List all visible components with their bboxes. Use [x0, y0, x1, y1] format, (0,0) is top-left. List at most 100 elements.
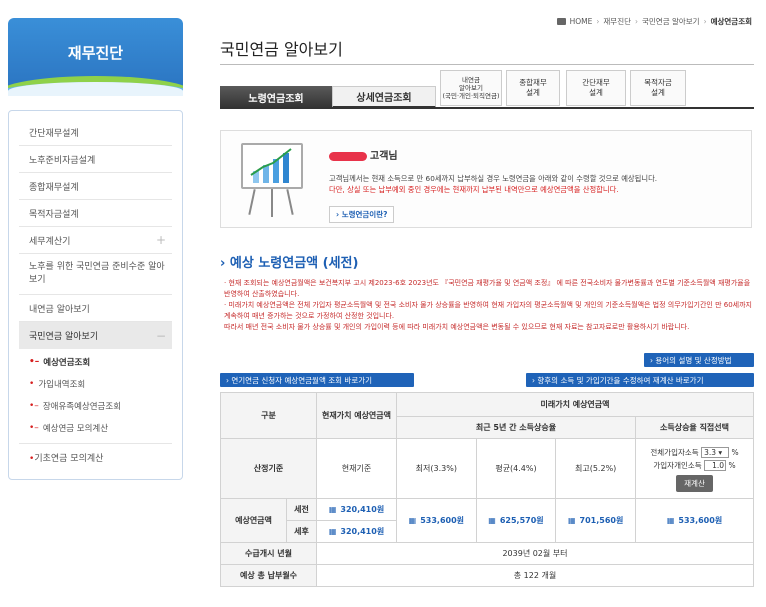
sidebar-item-tax-calculator[interactable]: 세무계산기 + [19, 227, 172, 254]
bullet-icon: •– [29, 423, 39, 433]
table-cell: ▦ 701,560원 [555, 498, 636, 543]
pension-table: 구분 현재가치 예상연금액 미래가치 예상연금액 최근 5년 간 소득상승율 소… [220, 392, 754, 587]
calculator-icon: ▦ [408, 516, 417, 525]
table-row: 예상연금액 세전 ▦ 320,410원 ▦ 533,600원 ▦ 625,570원 ▦… [220, 498, 754, 543]
sidebar-subitem-label: 가입내역조회 [38, 380, 86, 390]
sidebar-item-label: 종합재무설계 [29, 182, 79, 193]
subtab-label: 간단재무 [582, 78, 610, 87]
breadcrumb: HOME › 재무진단 › 국민연금 알아보기 › 예상연금조회 [556, 16, 752, 27]
subtab-label: 내연금 [462, 76, 480, 84]
sidebar-item-pension-readiness[interactable]: 노후를 위한 국민연금 준비수준 알아보기 [19, 254, 172, 295]
tab-old-age-pension[interactable]: 노령연금조회 [220, 86, 332, 108]
breadcrumb-home[interactable]: HOME [570, 17, 593, 26]
info-box: 고객님 고객님께서는 현재 소득으로 만 60세까지 납부하실 경우 노령연금을… [220, 130, 752, 228]
sidebar-subitem-simulation[interactable]: •– 예상연금 모의계산 [29, 417, 172, 439]
note-line: · 현재 조회되는 예상연금월액은 보건복지부 고시 제2023-6호 2023… [224, 279, 751, 298]
sidebar-subitem-label: 예상연금조회 [43, 358, 91, 368]
notes: · 현재 조회되는 예상연금월액은 보건복지부 고시 제2023-6호 2023… [224, 278, 754, 333]
table-cell: ▦ 320,410원 [316, 520, 397, 543]
table-cell: ▦ 533,600원 [635, 498, 754, 543]
sidebar-item-comprehensive-plan[interactable]: 종합재무설계 [19, 173, 172, 200]
percent-unit: % [731, 447, 739, 457]
sidebar-item-label: 국민연금 알아보기 [29, 332, 99, 342]
sidebar-subitem-disability-survivor[interactable]: •– 장애유족예상연금조회 [29, 395, 172, 417]
subtab-label: (국민·개인·퇴직연금) [442, 92, 500, 100]
breadcrumb-item[interactable]: 국민연금 알아보기 [642, 16, 700, 27]
home-icon[interactable] [556, 18, 566, 25]
table-cell: ▦ 533,600원 [396, 498, 477, 543]
subtab-my-pension[interactable]: 내연금 알아보기 (국민·개인·퇴직연금) [440, 70, 502, 106]
sidebar-subitem-label: 장애유족예상연금조회 [42, 402, 122, 412]
section-title: › 예상 노령연금액 (세전) [220, 256, 359, 271]
amount-value: 320,410원 [340, 505, 385, 514]
sidebar-item-basic-pension[interactable]: •기초연금 모의계산 [19, 443, 172, 470]
table-header: 구분 [220, 392, 317, 439]
calculator-icon: ▦ [488, 516, 496, 525]
bullet-icon: • [29, 379, 35, 389]
bullet-icon: •– [29, 357, 40, 367]
table-cell: 예상연금액 [220, 498, 287, 543]
rate-all-select[interactable]: 3.3 ▾ [701, 446, 730, 458]
sidebar-subitem-expected-pension[interactable]: •– 예상연금조회 [29, 351, 172, 373]
expand-icon[interactable]: + [156, 233, 172, 247]
breadcrumb-item[interactable]: 재무진단 [603, 16, 631, 27]
sidebar-item-purpose-fund[interactable]: 목적자금설계 [19, 200, 172, 227]
table-cell: 총 122 개월 [316, 564, 754, 587]
page-title: 국민연금 알아보기 [220, 40, 343, 59]
bullet-icon: •– [29, 401, 39, 411]
note-line: 따라서 매년 전국 소비자 물가 상승률 및 개인의 가입이력 등에 따라 미래… [224, 323, 690, 331]
table-header: 현재가치 예상연금액 [316, 392, 397, 439]
rate-self-input[interactable]: 1.0 [704, 459, 727, 471]
redacted-name [329, 151, 367, 161]
amount-value: 533,600원 [678, 516, 723, 525]
chevron-right-icon: › [596, 17, 600, 26]
tab-detailed-pension[interactable]: 상세연금조회 [332, 86, 436, 108]
recalculate-button[interactable]: 재계산 [676, 474, 713, 492]
chart-growth-icon [250, 148, 292, 183]
table-cell: 수급개시 년월 [220, 542, 317, 565]
table-cell: 예상 총 납부월수 [220, 564, 317, 587]
recalculate-link-button[interactable]: › 향후의 소득 및 가입기간을 수정하여 재계산 바로가기 [526, 373, 754, 387]
what-is-pension-link[interactable]: › 노령연금이란? [329, 206, 395, 223]
table-cell: 세전 [286, 498, 317, 521]
table-row: 산정기준 현재기준 최저(3.3%) 평균(4.4%) 최고(5.2%) 전체가… [220, 438, 754, 499]
amount-value: 701,560원 [579, 516, 624, 525]
sidebar-item-label: 기초연금 모의계산 [34, 453, 104, 464]
rate-select-cell: 전체가입자소득 3.3 ▾ % 가입자개인소득 1.0 % 재계산 [635, 438, 754, 499]
table-cell: 2039년 02월 부터 [316, 542, 754, 565]
table-header: 최근 5년 간 소득상승율 [396, 416, 636, 439]
breadcrumb-current: 예상연금조회 [710, 17, 752, 26]
subtab-label: 설계 [589, 88, 603, 97]
sidebar-menu: 간단재무설계 노후준비자금설계 종합재무설계 목적자금설계 세무계산기 + 노후를… [8, 110, 183, 480]
banner-swoosh-highlight [8, 82, 183, 96]
sidebar-item-simple-plan[interactable]: 간단재무설계 [19, 119, 172, 146]
chevron-down-icon: ▾ [716, 447, 723, 457]
terms-explanation-button[interactable]: › 용어의 설명 및 산정방법 [644, 353, 754, 367]
table-row: 예상 총 납부월수 총 122 개월 [220, 564, 754, 587]
sidebar-item-label: 노후를 위한 국민연금 준비수준 알아보기 [29, 262, 165, 285]
table-cell: 최저(3.3%) [396, 438, 477, 499]
section-banner: 재무진단 [8, 18, 183, 96]
subtab-label: 설계 [526, 88, 540, 97]
subtab-comprehensive-plan[interactable]: 종합재무 설계 [506, 70, 560, 106]
sidebar-item-label: 노후준비자금설계 [29, 155, 96, 166]
sidebar-item-label: 내연금 알아보기 [29, 304, 90, 315]
rate-all-value: 3.3 [704, 447, 717, 457]
deferred-pension-button[interactable]: › 연기연금 신청자 예상연금월액 조회 바로가기 [220, 373, 414, 387]
amount-value: 533,600원 [420, 516, 465, 525]
table-cell: ▦ 625,570원 [475, 498, 557, 543]
collapse-icon[interactable]: − [156, 329, 172, 343]
subtab-label: 설계 [651, 88, 665, 97]
rate-label: 전체가입자소득 [650, 447, 699, 457]
chevron-right-icon: › [703, 17, 707, 26]
subtab-label: 알아보기 [459, 84, 483, 92]
sidebar-item-my-pension[interactable]: 내연금 알아보기 [19, 295, 172, 322]
subtab-purpose-fund[interactable]: 목적자금 설계 [630, 70, 686, 106]
sidebar-item-national-pension[interactable]: 국민연금 알아보기 − [19, 322, 172, 349]
table-cell: 최고(5.2%) [555, 438, 636, 499]
subtab-simple-plan[interactable]: 간단재무 설계 [566, 70, 626, 106]
table-header: 미래가치 예상연금액 [396, 392, 754, 417]
sidebar-item-retirement-fund[interactable]: 노후준비자금설계 [19, 146, 172, 173]
calculator-icon: ▦ [328, 505, 337, 514]
sidebar-subitem-enrollment-history[interactable]: • 가입내역조회 [29, 373, 172, 395]
